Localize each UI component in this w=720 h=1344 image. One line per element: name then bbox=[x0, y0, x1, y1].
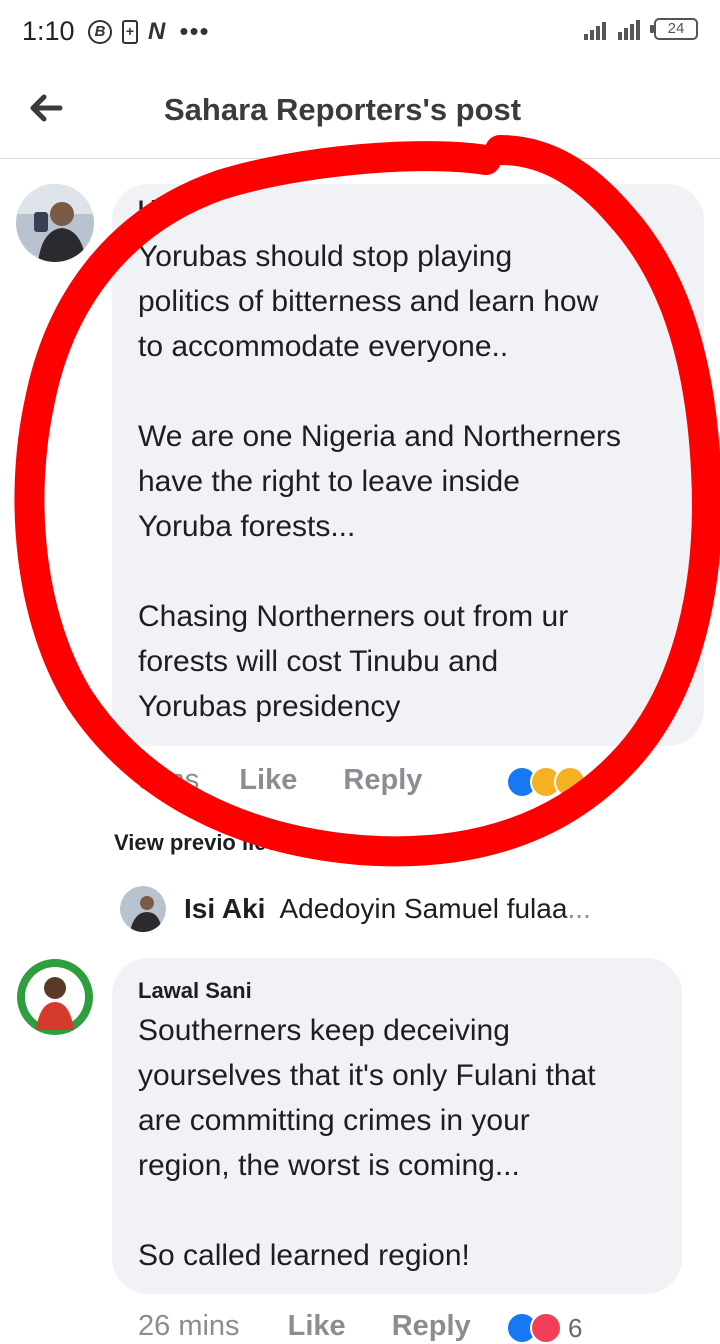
reply-ellipsis: ... bbox=[567, 893, 591, 924]
avatar-photo bbox=[16, 184, 94, 262]
comment-time: 26 mins bbox=[138, 1310, 240, 1342]
status-bar: 1:10 B + N ••• 24 bbox=[0, 0, 720, 64]
haha-reaction-icon bbox=[554, 766, 586, 798]
comment-time: 3 ins bbox=[138, 764, 200, 796]
comment-bubble[interactable]: Lawal Sani Southerners keep deceiving yo… bbox=[112, 958, 682, 1294]
back-button[interactable] bbox=[24, 86, 68, 130]
avatar-photo bbox=[16, 958, 94, 1036]
battery-saver-icon: + bbox=[122, 19, 138, 44]
battery-level: 24 bbox=[667, 20, 685, 37]
reply-preview[interactable]: Isi Aki Adedoyin Samuel fulaa... bbox=[120, 886, 591, 932]
like-button[interactable]: Like bbox=[288, 1310, 346, 1342]
status-system-icons: 24 bbox=[584, 18, 698, 40]
comment-meta: 3 ins Like Reply bbox=[138, 764, 422, 797]
view-previous-replies-link[interactable]: View previo lies bbox=[114, 830, 279, 856]
page-title: Sahara Reporters's post bbox=[164, 92, 522, 127]
reply-button[interactable]: Reply bbox=[343, 764, 422, 796]
avatar[interactable] bbox=[16, 958, 94, 1036]
comment-author[interactable]: Lawal Sani bbox=[138, 978, 252, 1004]
reaction-count: 6 bbox=[568, 1312, 583, 1343]
status-time: 1:10 bbox=[22, 16, 75, 46]
app-header: Sahara Reporters's post bbox=[0, 64, 720, 159]
reply-button[interactable]: Reply bbox=[392, 1310, 471, 1342]
comment-text: Southerners keep deceiving yourselves th… bbox=[138, 1014, 596, 1272]
reactions[interactable]: 7 bbox=[506, 766, 606, 798]
reactions[interactable]: 6 bbox=[506, 1312, 582, 1344]
status-notification-icons: B + N ••• bbox=[88, 16, 210, 47]
reaction-count: 7 bbox=[592, 766, 607, 797]
arrow-left-icon bbox=[30, 94, 63, 122]
reply-author[interactable]: Isi Aki bbox=[184, 893, 265, 925]
battery-icon: 24 bbox=[650, 18, 698, 40]
comment-meta: 26 mins Like Reply bbox=[138, 1310, 471, 1343]
signal-icon bbox=[584, 22, 606, 40]
comment-author[interactable]: I ki bbox=[138, 196, 169, 222]
avatar bbox=[120, 886, 166, 932]
signal-icon-2 bbox=[618, 20, 640, 40]
b-circle-icon: B bbox=[88, 19, 112, 44]
reply-text: Adedoyin Samuel fulaa bbox=[279, 893, 568, 924]
love-reaction-icon bbox=[530, 1312, 562, 1344]
n-app-icon: N bbox=[148, 17, 166, 45]
avatar[interactable] bbox=[16, 184, 94, 262]
comment-text: Yorubas should stop playing politics of … bbox=[138, 240, 622, 723]
comment-bubble[interactable]: I ki Yorubas should stop playing politic… bbox=[112, 184, 704, 746]
more-dots-icon: ••• bbox=[179, 16, 210, 46]
like-button[interactable]: Like bbox=[239, 764, 297, 796]
